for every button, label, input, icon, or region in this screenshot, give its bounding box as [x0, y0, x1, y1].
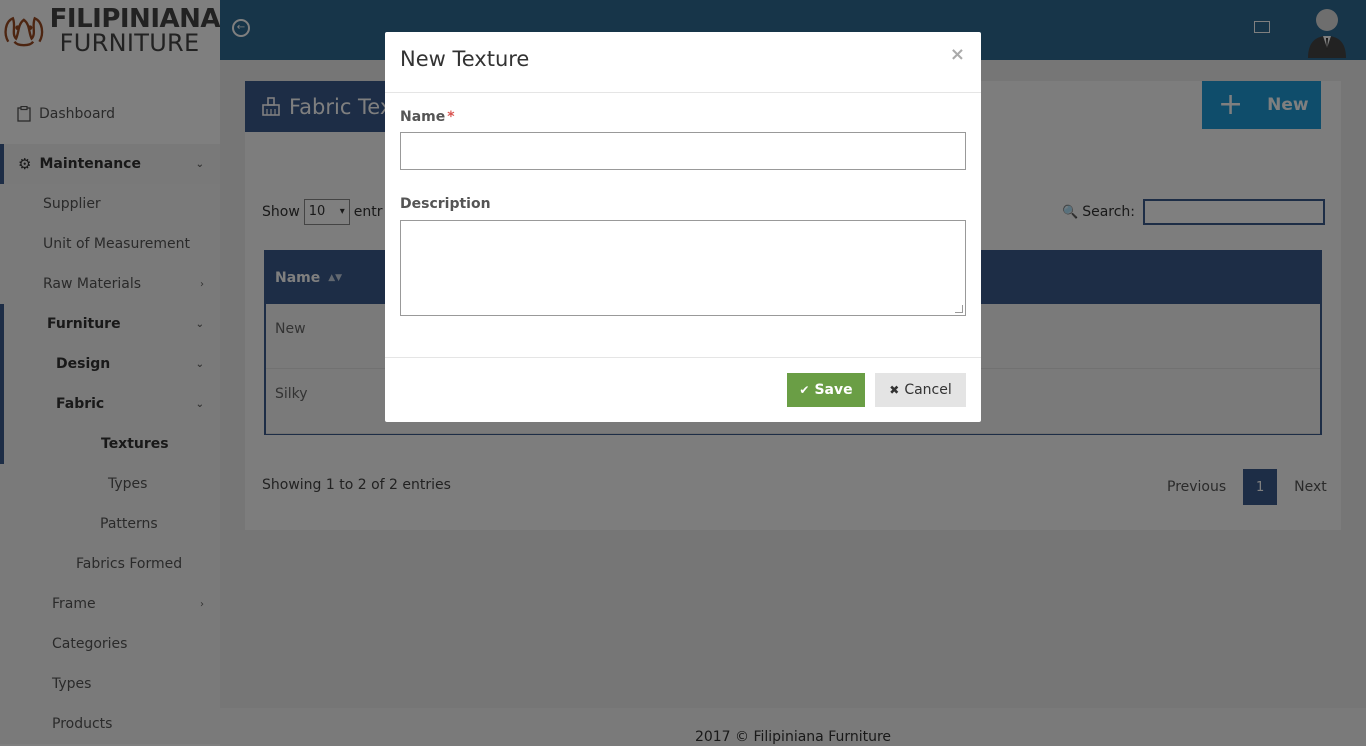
modal-body: Name * Description	[385, 109, 981, 316]
modal-title: New Texture	[400, 47, 530, 71]
close-icon[interactable]: ×	[950, 44, 965, 65]
cancel-button-label: Cancel	[904, 382, 952, 398]
name-input[interactable]	[400, 132, 966, 170]
name-label-text: Name	[400, 109, 446, 125]
description-textarea[interactable]	[400, 220, 966, 316]
save-button-label: Save	[814, 382, 853, 398]
required-mark: *	[447, 109, 455, 125]
name-label: Name *	[400, 109, 966, 125]
modal-footer: ✔ Save ✖ Cancel	[385, 357, 981, 422]
cancel-button[interactable]: ✖ Cancel	[875, 373, 966, 407]
modal-header: New Texture ×	[385, 32, 981, 93]
check-icon: ✔	[799, 383, 810, 397]
x-icon: ✖	[889, 383, 900, 397]
save-button[interactable]: ✔ Save	[787, 373, 865, 407]
new-texture-modal: New Texture × Name * Description ✔ Save ✖…	[385, 32, 981, 422]
description-label: Description	[400, 196, 491, 212]
